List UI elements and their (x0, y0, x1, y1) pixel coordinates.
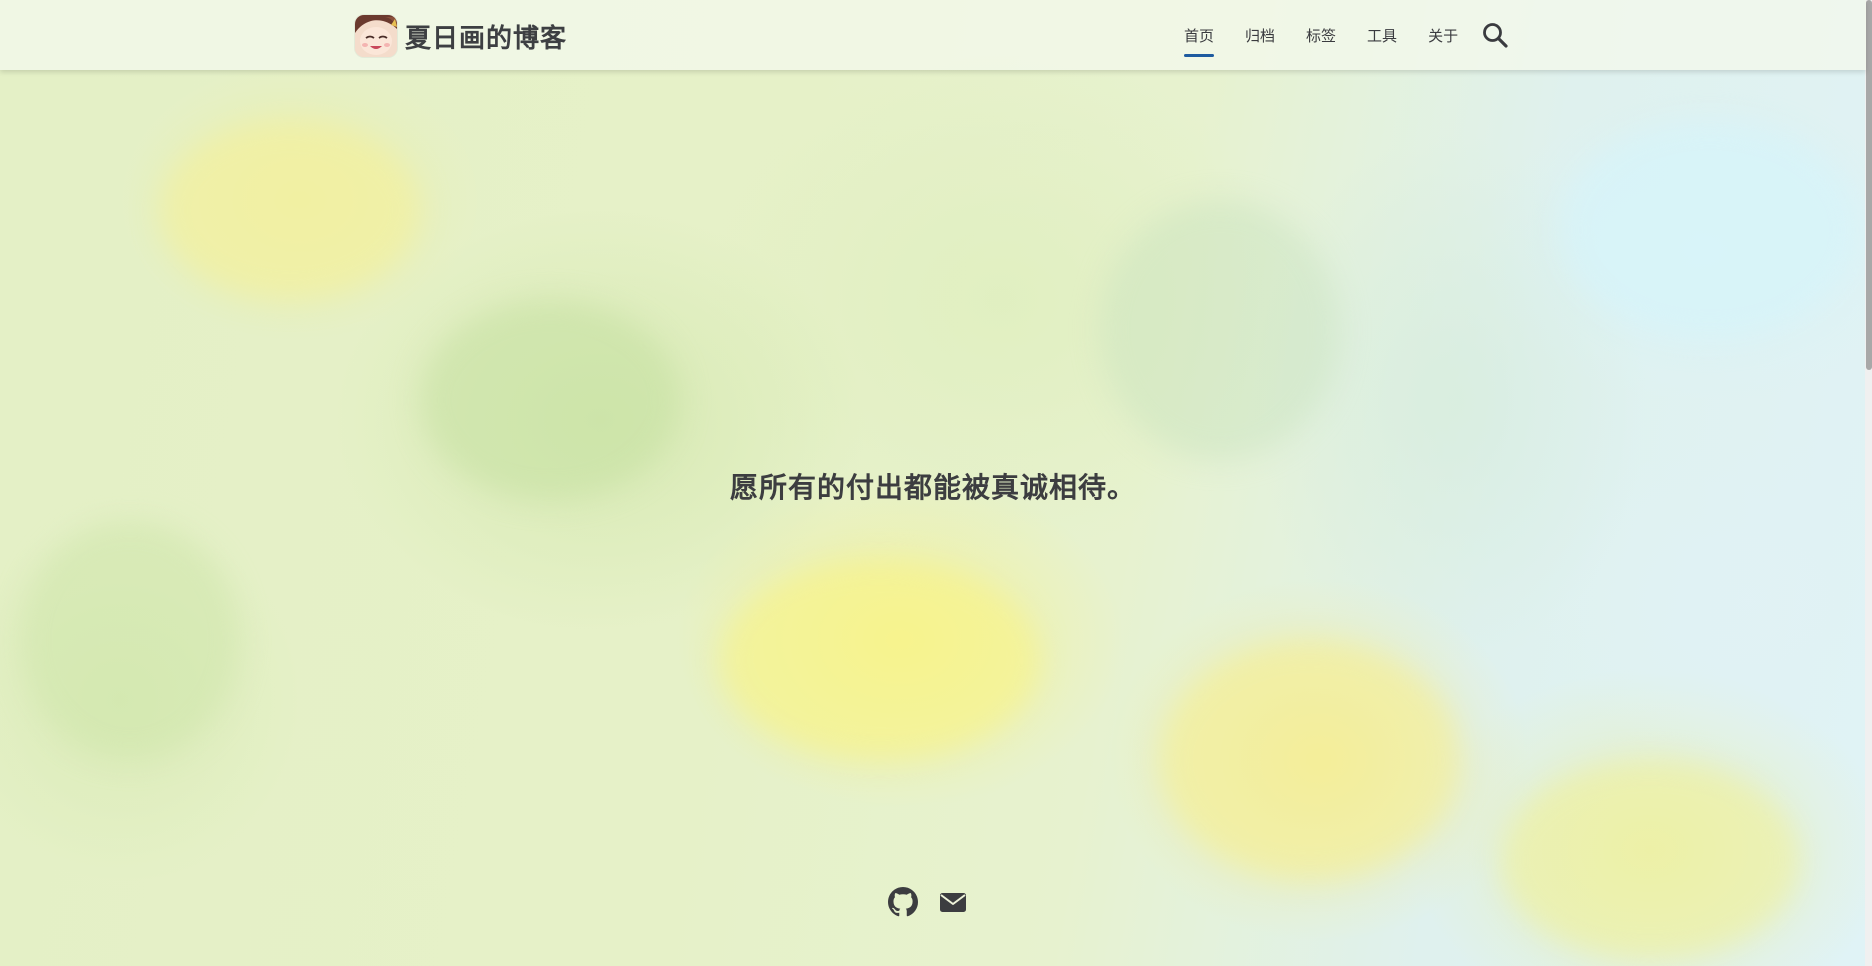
envelope-icon[interactable] (938, 887, 968, 917)
nav-about[interactable]: 关于 (1428, 0, 1458, 70)
hero-slogan: 愿所有的付出都能被真诚相待。 (729, 471, 1136, 504)
nav-home[interactable]: 首页 (1184, 0, 1215, 70)
nav-tools[interactable]: 工具 (1367, 0, 1397, 70)
site-brand[interactable]: 夏日画的博客 (355, 15, 567, 57)
scrollbar-thumb[interactable] (1866, 0, 1872, 370)
nav-archive[interactable]: 归档 (1245, 0, 1275, 70)
page-scrollbar[interactable] (1865, 0, 1872, 966)
github-icon[interactable] (888, 887, 918, 917)
social-links (888, 887, 968, 917)
search-icon[interactable] (1482, 22, 1508, 48)
site-title: 夏日画的博客 (405, 23, 568, 54)
avatar (355, 15, 397, 57)
navbar: 夏日画的博客 首页 归档 标签 工具 关于 (0, 0, 1866, 70)
nav-tags[interactable]: 标签 (1306, 0, 1336, 70)
main-nav: 首页 归档 标签 工具 关于 (1184, 0, 1508, 70)
